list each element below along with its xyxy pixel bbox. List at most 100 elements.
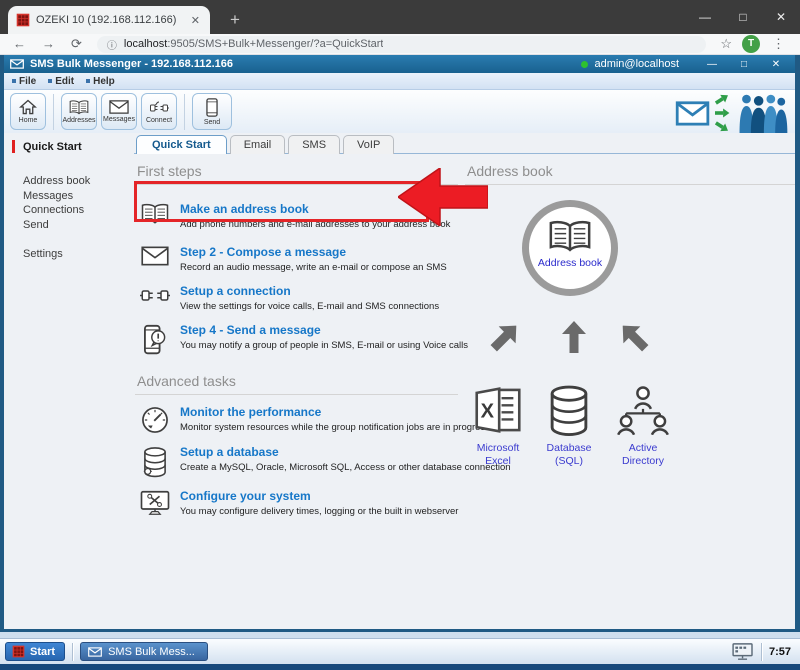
tab-sms[interactable]: SMS	[288, 135, 340, 154]
menu-edit[interactable]: Edit	[44, 76, 82, 87]
item-description: View the settings for voice calls, E-mai…	[180, 301, 439, 312]
toolbar-separator	[184, 94, 185, 130]
address-book-bubble: Address book	[522, 200, 618, 296]
toolbar-messages-button[interactable]: Messages	[101, 93, 137, 130]
sidebar-item-quick-start[interactable]: Quick Start	[12, 140, 134, 153]
gauge-icon	[138, 405, 172, 434]
browser-minimize-button[interactable]: —	[686, 0, 724, 34]
item-setup-a-connection[interactable]: Setup a connection View the settings for…	[135, 284, 458, 312]
up-right-arrow-icon	[485, 317, 525, 357]
database-icon	[138, 445, 172, 478]
item-description: Create a MySQL, Oracle, Microsoft SQL, A…	[180, 462, 511, 473]
address-book-heading: Address book	[465, 163, 795, 185]
new-tab-button[interactable]: +	[222, 8, 248, 32]
active-directory-icon	[608, 383, 678, 437]
monitor-tools-icon	[138, 489, 172, 517]
up-arrow-icon	[562, 321, 586, 353]
source-database-sql: Database (SQL)	[534, 383, 604, 467]
address-book-icon	[547, 220, 593, 253]
sidebar: Quick Start Address book Messages Connec…	[4, 133, 134, 629]
item-configure-your-system[interactable]: Configure your system You may configure …	[135, 489, 458, 517]
item-title-link[interactable]: Setup a connection	[180, 284, 439, 298]
sidebar-item-address-book[interactable]: Address book	[23, 174, 134, 189]
toolbar-addresses-button[interactable]: Addresses	[61, 93, 97, 130]
taskbar-separator	[72, 643, 73, 661]
refresh-icon[interactable]: ⟳	[66, 34, 87, 54]
ozeki-favicon-icon	[16, 13, 30, 27]
forward-icon[interactable]: →	[37, 34, 60, 54]
envelope-icon	[10, 59, 24, 69]
sidebar-item-send[interactable]: Send	[23, 218, 134, 233]
app-minimize-button[interactable]: —	[699, 59, 725, 70]
item-title-link[interactable]: Setup a database	[180, 445, 511, 459]
browser-tab[interactable]: OZEKI 10 (192.168.112.166) ✕	[8, 6, 210, 34]
logged-in-user: admin@localhost	[594, 58, 679, 70]
taskbar-separator	[761, 643, 762, 661]
browser-menu-icon[interactable]: ⋮	[766, 36, 792, 52]
phone-message-icon	[138, 323, 172, 356]
item-title-link[interactable]: Make an address book	[180, 202, 450, 216]
source-active-directory: Active Directory	[608, 383, 678, 467]
taskbar-bottom-edge	[0, 664, 800, 670]
app-maximize-button[interactable]: □	[731, 59, 757, 70]
active-marker	[12, 140, 15, 153]
item-title-link[interactable]: Configure your system	[180, 489, 458, 503]
sidebar-item-settings[interactable]: Settings	[23, 248, 134, 260]
browser-tab-title: OZEKI 10 (192.168.112.166)	[36, 14, 183, 26]
item-monitor-the-performance[interactable]: Monitor the performance Monitor system r…	[135, 405, 458, 434]
app-titlebar: SMS Bulk Messenger - 192.168.112.166 adm…	[4, 55, 795, 73]
app-toolbar: Home Addresses Messages	[4, 90, 795, 133]
plug-icon	[149, 99, 169, 115]
tab-quick-start[interactable]: Quick Start	[136, 135, 227, 154]
toolbar-connect-button[interactable]: Connect	[141, 93, 177, 130]
address-book-icon	[138, 202, 172, 230]
item-title-link[interactable]: Monitor the performance	[180, 405, 490, 419]
source-label: Microsoft Excel	[463, 442, 533, 467]
plug-icon	[138, 284, 172, 312]
item-send-a-message[interactable]: Step 4 - Send a message You may notify a…	[135, 323, 458, 356]
profile-avatar[interactable]: T	[742, 35, 760, 53]
up-left-arrow-icon	[614, 317, 654, 357]
excel-icon: X	[463, 383, 533, 437]
tab-close-icon[interactable]: ✕	[189, 14, 202, 27]
menu-bullet-icon	[48, 79, 52, 83]
item-title-link[interactable]: Step 2 - Compose a message	[180, 245, 447, 259]
app-close-button[interactable]: ✕	[763, 59, 789, 70]
toolbar-send-button[interactable]: Send	[192, 93, 232, 130]
browser-tabstrip: OZEKI 10 (192.168.112.166) ✕ + — □ ✕	[0, 0, 800, 34]
envelope-icon	[88, 647, 102, 657]
start-button[interactable]: Start	[5, 642, 65, 661]
taskbar-task-sms-bulk-messenger[interactable]: SMS Bulk Mess...	[80, 642, 208, 661]
taskbar-clock: 7:57	[769, 646, 795, 658]
message-envelope-icon	[109, 100, 129, 114]
item-title-link[interactable]: Step 4 - Send a message	[180, 323, 468, 337]
tab-email[interactable]: Email	[230, 135, 286, 154]
address-book-icon	[68, 100, 90, 115]
browser-toolbar: ← → ⟳ ⓘ localhost:9505/SMS+Bulk+Messenge…	[0, 34, 800, 55]
sidebar-item-connections[interactable]: Connections	[23, 203, 134, 218]
menu-file[interactable]: File	[8, 76, 44, 87]
url-host: localhost	[124, 38, 167, 50]
item-compose-a-message[interactable]: Step 2 - Compose a message Record an aud…	[135, 245, 458, 273]
ozeki-logo	[675, 93, 789, 133]
toolbar-home-button[interactable]: Home	[10, 93, 46, 130]
page-info-icon[interactable]: ⓘ	[107, 37, 117, 52]
back-icon[interactable]: ←	[8, 34, 31, 54]
tray-monitor-icon[interactable]	[732, 643, 754, 661]
bookmark-star-icon[interactable]: ☆	[716, 36, 736, 52]
online-status-dot	[581, 61, 588, 68]
url-text: localhost:9505/SMS+Bulk+Messenger/?a=Qui…	[124, 38, 384, 50]
home-icon	[19, 99, 37, 115]
browser-maximize-button[interactable]: □	[724, 0, 762, 34]
item-make-an-address-book[interactable]: Make an address book Add phone numbers a…	[135, 195, 458, 230]
sidebar-item-messages[interactable]: Messages	[23, 189, 134, 204]
taskbar: Start SMS Bulk Mess... 7:57	[0, 638, 800, 664]
browser-close-button[interactable]: ✕	[762, 0, 800, 34]
item-description: Monitor system resources while the group…	[180, 422, 490, 433]
address-bar[interactable]: ⓘ localhost:9505/SMS+Bulk+Messenger/?a=Q…	[97, 36, 706, 53]
menu-help[interactable]: Help	[82, 76, 123, 87]
source-label: Database (SQL)	[534, 442, 604, 467]
logo-arrows-icon	[715, 93, 733, 133]
item-setup-a-database[interactable]: Setup a database Create a MySQL, Oracle,…	[135, 445, 458, 478]
tab-voip[interactable]: VoIP	[343, 135, 394, 154]
